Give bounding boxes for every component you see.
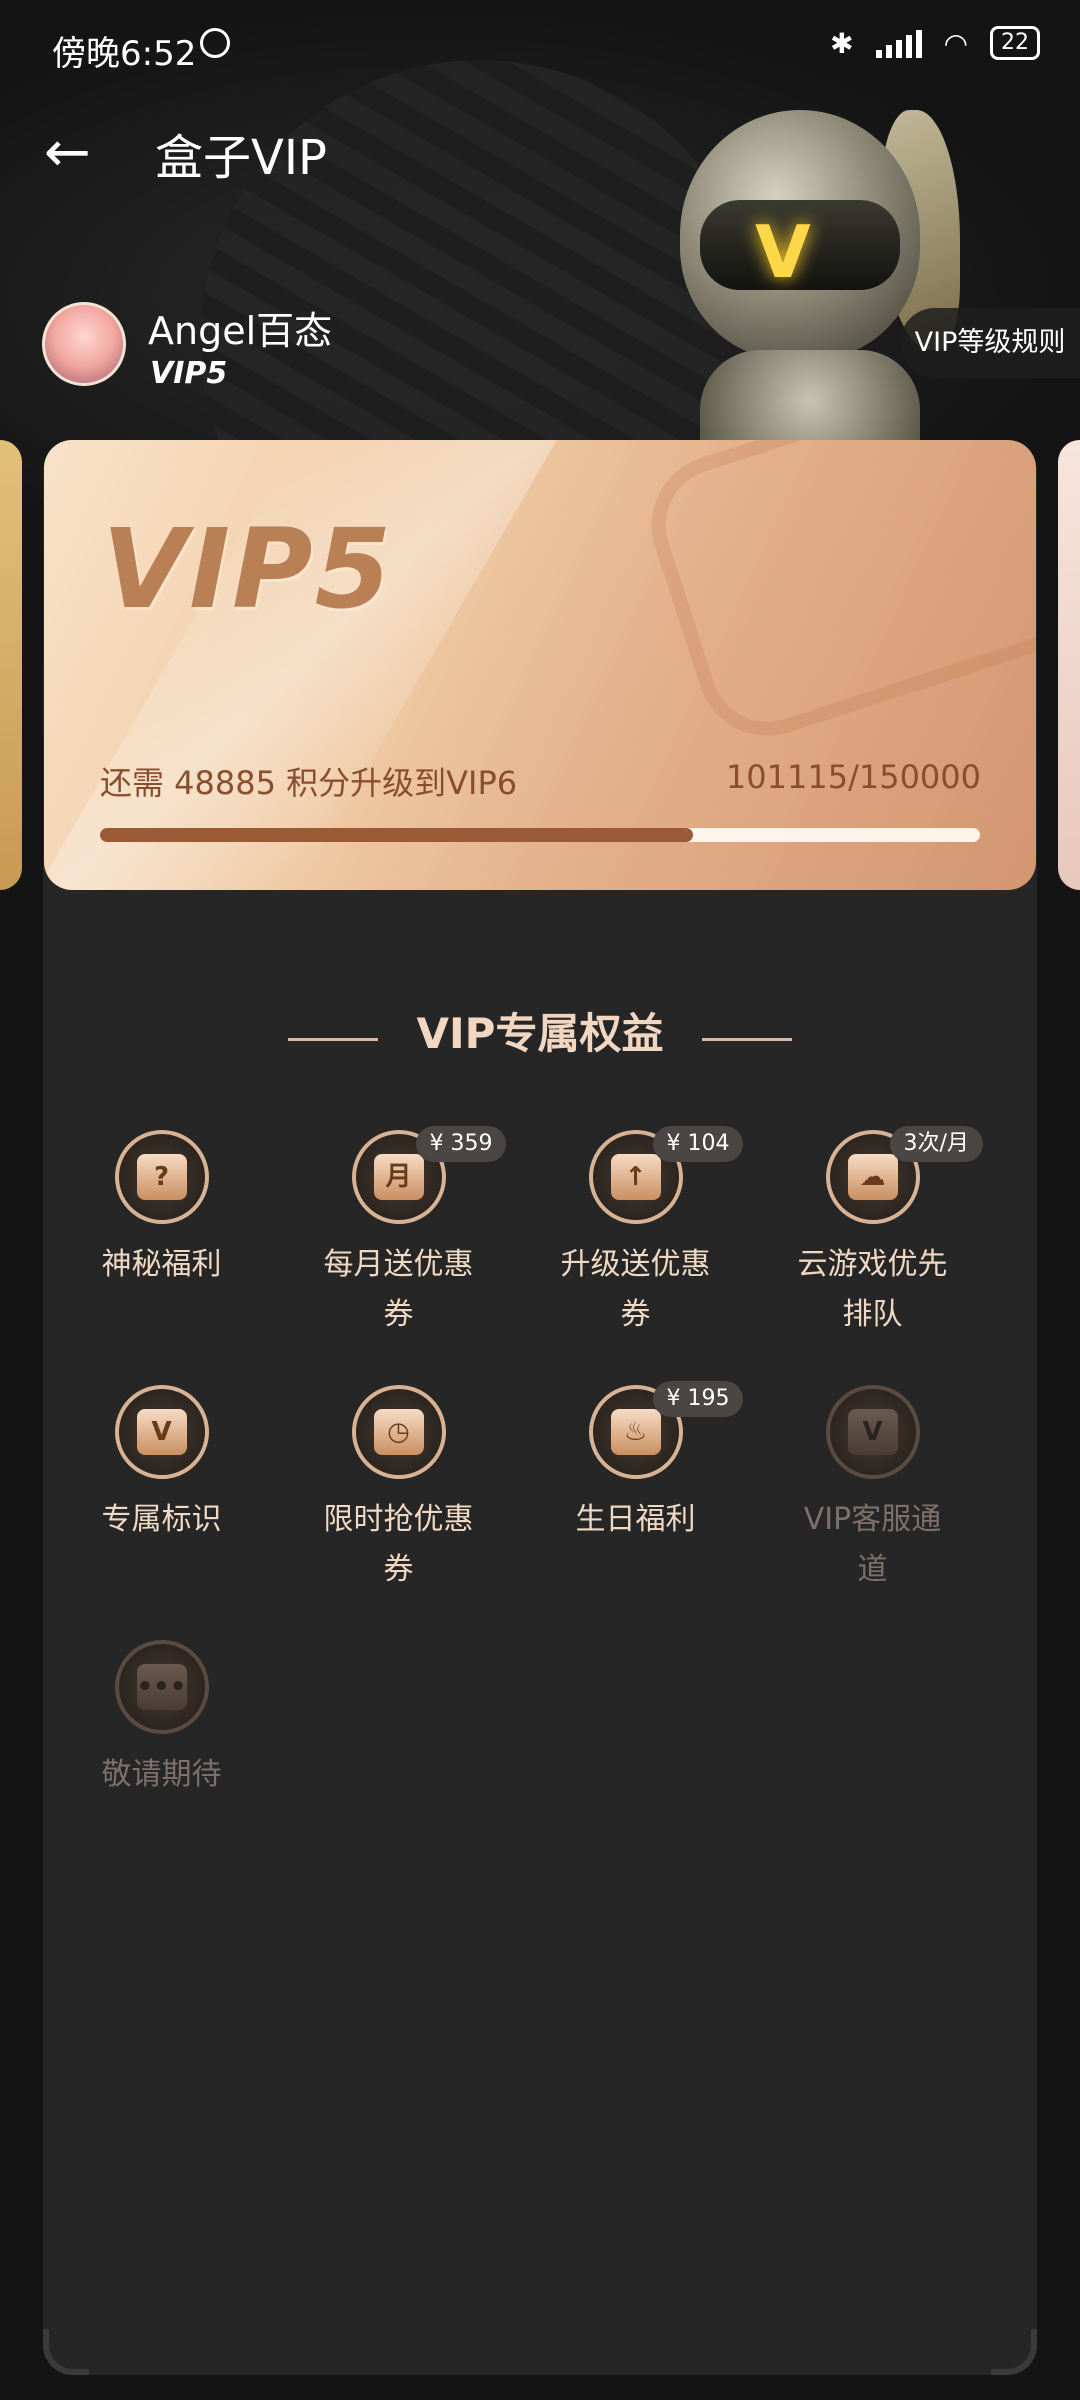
benefit-label: 神秘福利 [101, 1247, 222, 1282]
card-level: VIP5 [102, 505, 394, 633]
benefits-title: VIP专属权益 [416, 1009, 664, 1058]
benefit-label: 云游戏优先排队 [797, 1247, 948, 1332]
benefit-glyph: ••• [136, 1664, 187, 1710]
benefit-label: 每月送优惠券 [323, 1247, 474, 1332]
wifi-icon: ◠ [943, 26, 968, 60]
progress-bar [100, 828, 980, 842]
page-title: 盒子VIP [155, 130, 327, 186]
mascot-robot-image: V [640, 70, 980, 520]
value-badge: ¥ 104 [652, 1126, 744, 1162]
benefit-glyph: ♨ [610, 1409, 661, 1455]
battery-level: 22 [1001, 30, 1029, 55]
benefit-glyph: 月 [373, 1154, 424, 1200]
alarm-icon [200, 28, 230, 58]
benefit-item[interactable]: ↑ ¥ 104 升级送优惠券 [517, 1126, 754, 1340]
prev-level-card[interactable] [0, 440, 22, 890]
benefit-glyph: ☁ [847, 1154, 898, 1200]
monthly-coupon-icon: 月 ¥ 359 [351, 1126, 507, 1224]
points-text: 101115/150000 [725, 758, 981, 796]
bluetooth-icon: ✱ [830, 26, 854, 60]
benefit-item[interactable]: ? 神秘福利 [43, 1130, 280, 1290]
benefit-glyph: V [136, 1409, 187, 1455]
next-level-card[interactable] [1058, 440, 1080, 890]
benefit-glyph: ↑ [610, 1154, 661, 1200]
value-badge: 3次/月 [889, 1126, 983, 1162]
upgrade-text: 还需 48885 积分升级到VIP6 [100, 764, 518, 802]
avatar[interactable] [42, 302, 126, 386]
benefit-label: 升级送优惠券 [560, 1247, 711, 1332]
benefit-glyph: ◷ [373, 1409, 424, 1455]
value-badge: ¥ 359 [415, 1126, 507, 1162]
benefit-glyph: V [847, 1409, 898, 1455]
benefit-label: 限时抢优惠券 [323, 1502, 474, 1587]
battery-icon: 22 [990, 26, 1040, 60]
mystery-gift-icon: ? [114, 1130, 209, 1224]
benefit-label: 专属标识 [101, 1502, 222, 1537]
signal-icon [875, 28, 922, 58]
value-badge: ¥ 195 [652, 1381, 744, 1417]
benefit-item[interactable]: 月 ¥ 359 每月送优惠券 [280, 1126, 517, 1340]
exclusive-badge-icon: V [114, 1385, 209, 1479]
benefit-label: 敬请期待 [101, 1757, 222, 1792]
back-arrow-icon[interactable]: ← [44, 120, 91, 185]
vip-level-card[interactable]: VIP5 还需 48885 积分升级到VIP6 101115/150000 [44, 440, 1036, 890]
vip-rules-button[interactable]: VIP等级规则 [900, 308, 1080, 378]
cloud-game-icon: ☁ 3次/月 [825, 1126, 983, 1224]
benefit-item[interactable]: ♨ ¥ 195 生日福利 [517, 1381, 754, 1545]
benefit-label: 生日福利 [575, 1502, 696, 1537]
benefit-item[interactable]: ••• 敬请期待 [43, 1640, 280, 1800]
upgrade-coupon-icon: ↑ ¥ 104 [588, 1126, 744, 1224]
benefit-item[interactable]: ☁ 3次/月云游戏优先排队 [754, 1126, 991, 1340]
benefit-item[interactable]: V VIP客服通道 [754, 1385, 991, 1595]
benefit-label: VIP客服通道 [803, 1502, 942, 1587]
gamepad-icon [633, 440, 1036, 754]
progress-fill [100, 828, 694, 842]
flash-coupon-icon: ◷ [351, 1385, 446, 1479]
user-vip-level: VIP5 [150, 356, 228, 391]
status-time: 傍晚6:52 [52, 34, 197, 74]
birthday-cake-icon: ♨ ¥ 195 [588, 1381, 744, 1479]
benefit-item[interactable]: ◷ 限时抢优惠券 [280, 1385, 517, 1595]
coming-soon-icon: ••• [114, 1640, 209, 1734]
user-name: Angel百态 [148, 309, 333, 353]
vip-service-icon: V [825, 1385, 920, 1479]
benefit-glyph: ? [136, 1154, 187, 1200]
benefit-item[interactable]: V 专属标识 [43, 1385, 280, 1545]
